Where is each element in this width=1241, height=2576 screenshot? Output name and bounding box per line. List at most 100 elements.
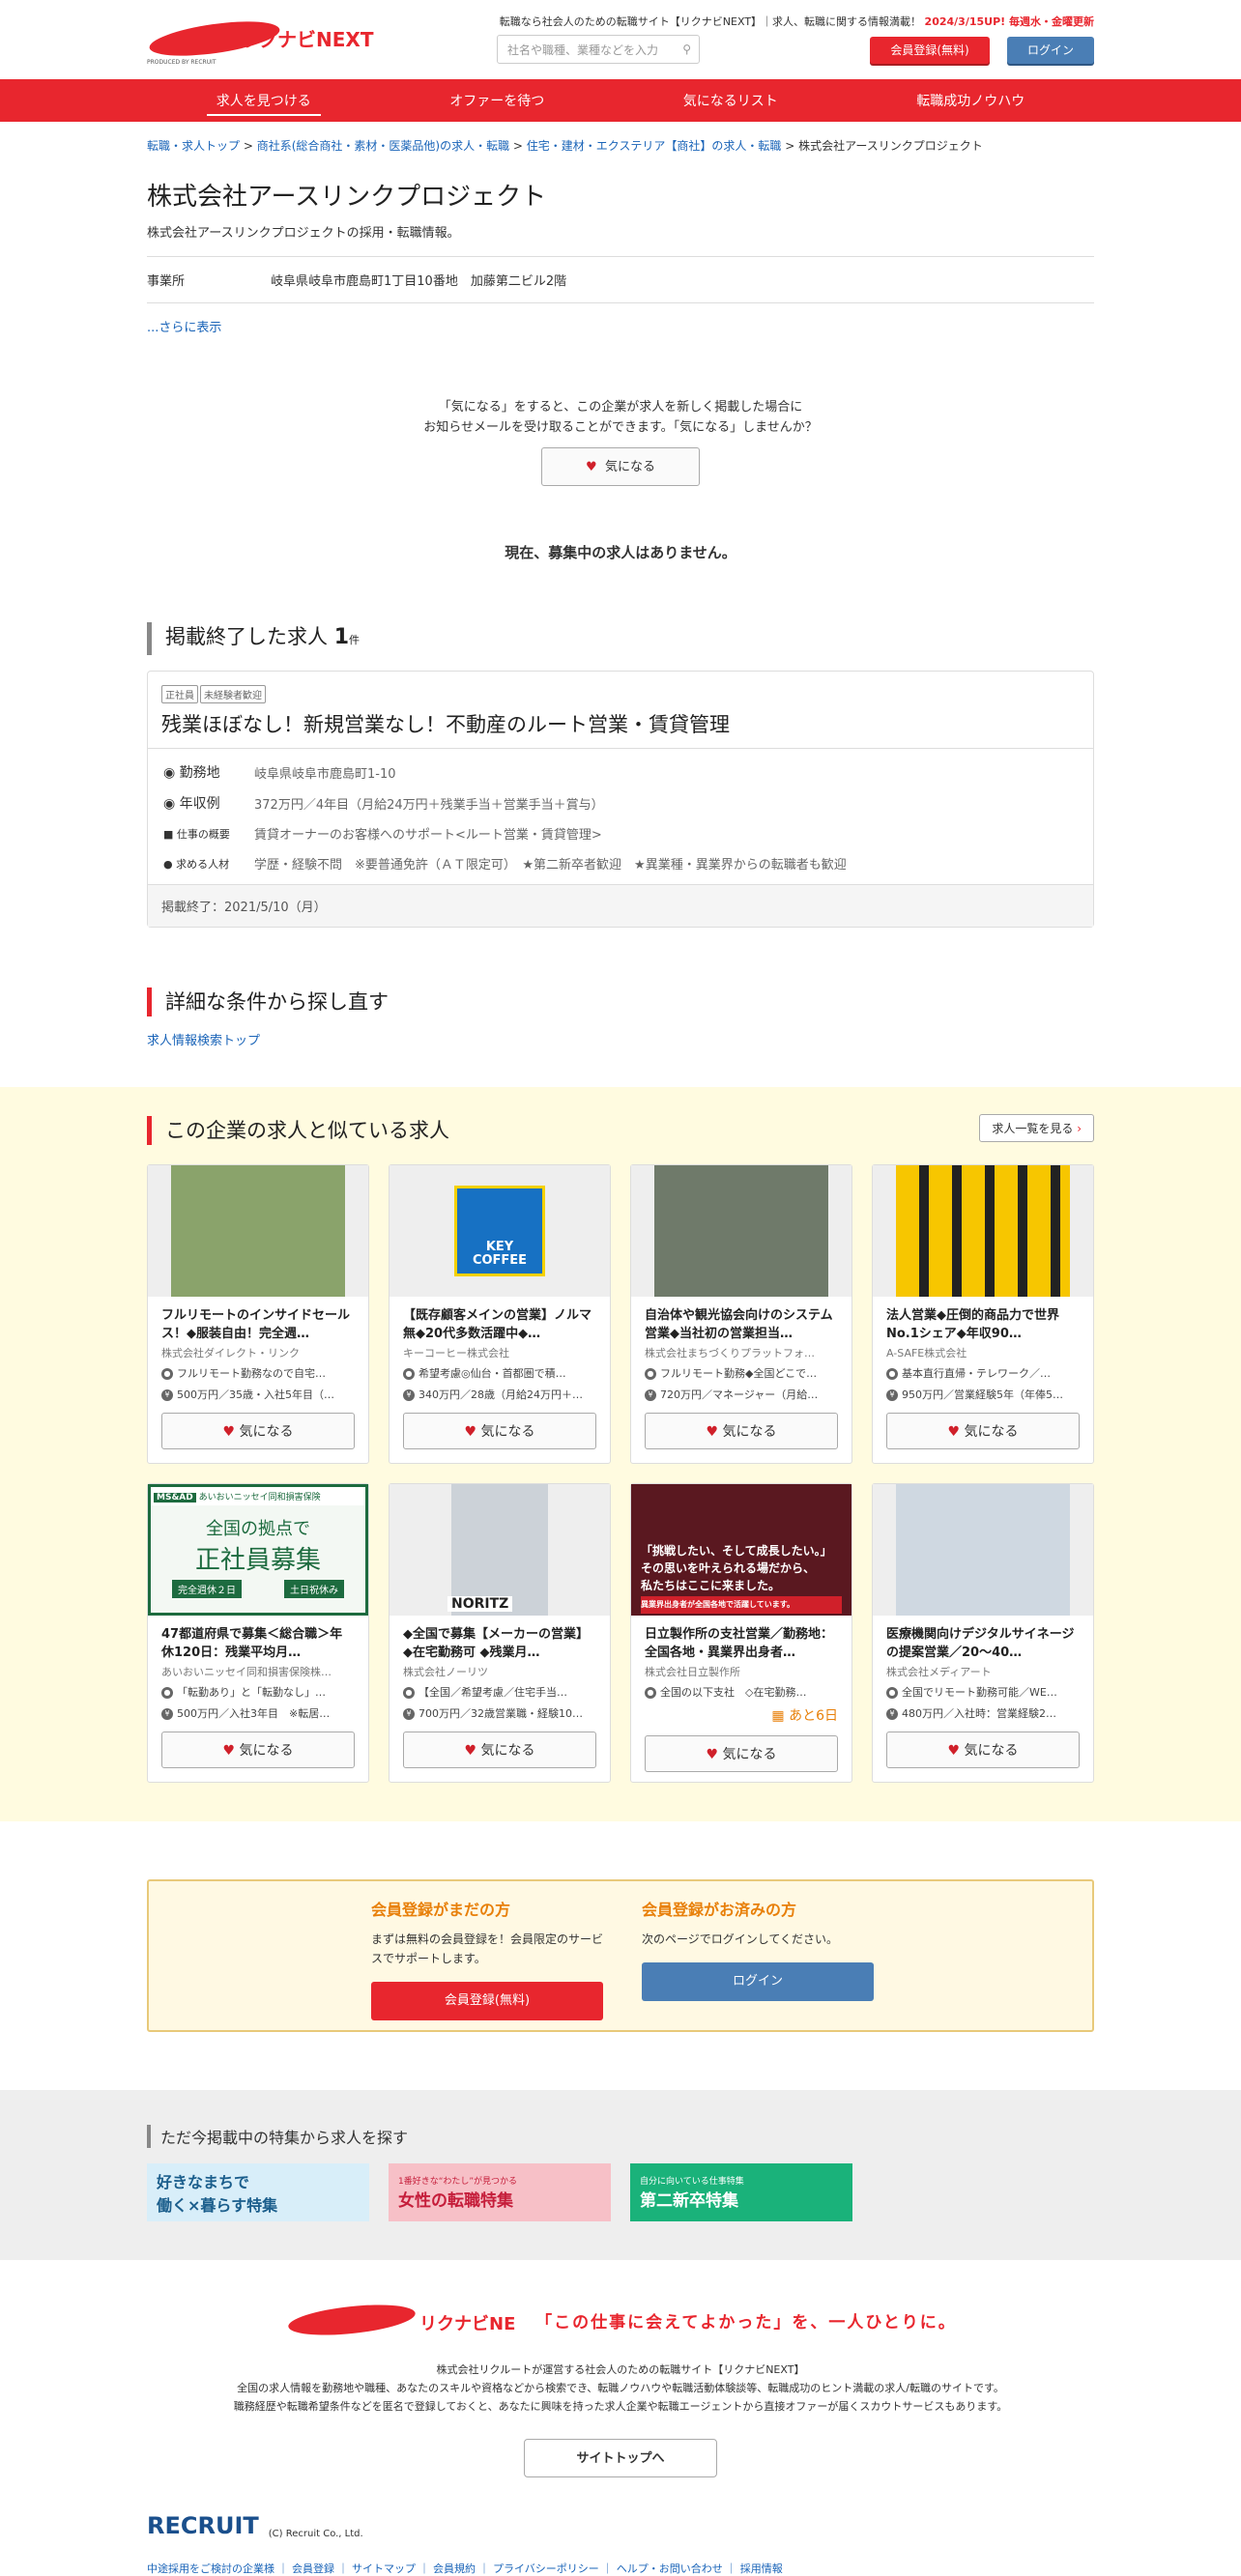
- card-salary: ¥500万円／35歳・入社5年目（…: [148, 1384, 368, 1405]
- card-image: [896, 1165, 1070, 1297]
- tag: 正社員: [161, 685, 198, 703]
- card-salary: ¥340万円／28歳（月給24万円＋…: [390, 1384, 610, 1405]
- pin-icon: ●: [645, 1368, 656, 1380]
- rikunabi-logo[interactable]: リクナビNEXT PRODUCED BY RECRUIT: [147, 17, 389, 68]
- header-tagline: 転職なら社会人のための転職サイト【リクナビNEXT】｜求人、転職に関する情報満載…: [499, 15, 1094, 28]
- card-location: ● 希望考慮◎仙台・首都圏で積…: [390, 1362, 610, 1384]
- chevron-right-icon: ›: [1077, 1122, 1082, 1135]
- card-company: 株式会社まちづくりプラットフォ…: [645, 1347, 815, 1360]
- card-title[interactable]: 47都道府県で募集＜総合職＞年休120日：残業平均月…: [148, 1616, 368, 1662]
- briefcase-icon: ■: [163, 827, 174, 841]
- card-kininaru-button[interactable]: ♥ 気になる: [403, 1413, 596, 1449]
- pin-icon: ●: [161, 1687, 173, 1699]
- footer-links[interactable]: 中途採用をご検討の企業様 ｜ 会員登録 ｜ サイトマップ ｜ 会員規約 ｜ プラ…: [147, 2561, 1094, 2576]
- nav-find-jobs[interactable]: 求人を見つける: [206, 91, 321, 116]
- search-top-link[interactable]: 求人情報検索トップ: [147, 1030, 1094, 1048]
- card-company: 株式会社ダイレクト・リンク: [161, 1347, 300, 1360]
- card-kininaru-button[interactable]: ♥ 気になる: [161, 1732, 355, 1768]
- card-location: ● フルリモート勤務◆全国どこで…: [631, 1362, 851, 1384]
- ended-job-card[interactable]: 正社員 未経験者歓迎 残業ほぼなし！新規営業なし！不動産のルート営業・賃貸管理 ◉…: [147, 671, 1094, 928]
- card-company: 株式会社メディアート: [886, 1666, 992, 1678]
- breadcrumb: 転職・求人トップ > 商社系(総合商社・素材・医薬品他)の求人・転職 > 住宅・…: [147, 139, 983, 153]
- member-register-button[interactable]: 会員登録(無料): [371, 1982, 603, 2020]
- noritz-image: NORITZ: [447, 1484, 548, 1616]
- card-kininaru-button[interactable]: ♥ 気になる: [886, 1413, 1080, 1449]
- header: リクナビNEXT PRODUCED BY RECRUIT 転職なら社会人のための転…: [147, 0, 1094, 79]
- feature-banner-women[interactable]: 1番好きな“わたし”が見つかる 女性の転職特集: [389, 2163, 611, 2221]
- similar-job-card[interactable]: MS&AD あいおいニッセイ同和損害保険 全国の拠点で 正社員募集 完全週休２日 土日祝…: [147, 1483, 369, 1783]
- card-title[interactable]: 法人営業◆圧倒的商品力で世界No.1シェア◆年収90…: [873, 1297, 1093, 1343]
- person-icon: ●: [163, 857, 173, 871]
- feature-banner-second[interactable]: 自分に向いている仕事特集 第二新卒特集: [630, 2163, 852, 2221]
- card-location: ● 「転勤あり」と「転勤なし」…: [148, 1681, 368, 1703]
- feature-banner-local[interactable]: 好きなまちで 働く×暮らす特集: [147, 2163, 369, 2221]
- card-title[interactable]: 自治体や観光協会向けのシステム営業◆当社初の営業担当…: [631, 1297, 851, 1343]
- card-company: 株式会社ノーリツ: [403, 1666, 488, 1678]
- card-kininaru-button[interactable]: ♥ 気になる: [645, 1413, 838, 1449]
- similar-job-card[interactable]: KEY COFFEE 【既存顧客メインの営業】ノルマ無◆20代多数活躍中◆… キーコー…: [389, 1164, 611, 1464]
- breadcrumb-link[interactable]: 商社系(総合商社・素材・医薬品他)の求人・転職: [257, 139, 509, 153]
- search-again-heading: 詳細な条件から探し直す: [147, 987, 1094, 1016]
- location-label: ◉ 勤務地: [163, 765, 220, 781]
- card-kininaru-button[interactable]: ♥ 気になる: [161, 1413, 355, 1449]
- similar-job-card[interactable]: 自治体や観光協会向けのシステム営業◆当社初の営業担当… 株式会社まちづくりプラット…: [630, 1164, 852, 1464]
- hitachi-banner: 「挑戦したい、そして成長したい。」 その思いを叶えられる場だから、 私たちはここに来…: [631, 1484, 851, 1616]
- card-salary: ¥500万円／入社3年目 ※転居…: [148, 1703, 368, 1724]
- show-more-link[interactable]: ...さらに表示: [147, 317, 1094, 335]
- card-title[interactable]: ◆全国で募集【メーカーの営業】◆在宅勤務可 ◆残業月…: [390, 1616, 610, 1662]
- card-title[interactable]: フルリモートのインサイドセールス！◆服装自由！完全週…: [148, 1297, 368, 1343]
- similar-heading: この企業の求人と似ている求人: [147, 1116, 1094, 1145]
- features-heading: ただ今掲載中の特集から求人を探す: [147, 2125, 1094, 2148]
- card-kininaru-button[interactable]: ♥ 気になる: [645, 1735, 838, 1772]
- pin-icon: ●: [645, 1687, 656, 1699]
- card-kininaru-button[interactable]: ♥ 気になる: [886, 1732, 1080, 1768]
- card-kininaru-button[interactable]: ♥ 気になる: [403, 1732, 596, 1768]
- nav-knowhow[interactable]: 転職成功ノウハウ: [907, 91, 1034, 110]
- produced-by: PRODUCED BY RECRUIT: [147, 59, 216, 66]
- global-nav: 求人を見つける オファーを待つ 気になるリスト 転職成功ノウハウ: [0, 79, 1241, 122]
- card-location: ● 全国の以下支社 ◇在宅勤務…: [631, 1681, 851, 1703]
- end-date: 掲載終了：2021/5/10（月）: [148, 884, 1093, 927]
- search-icon[interactable]: ⚲: [682, 43, 691, 56]
- member-login-button[interactable]: ログイン: [642, 1962, 874, 2001]
- yen-icon: ¥: [403, 1389, 415, 1401]
- heart-icon: ♥: [464, 1743, 477, 1759]
- office-row: 事業所 岐阜県岐阜市鹿島町1丁目10番地 加藤第二ビル2階: [147, 256, 1094, 303]
- similar-job-card[interactable]: 医療機関向けデジタルサイネージの提案営業／20～40… 株式会社メディアート ● 全国…: [872, 1483, 1094, 1783]
- key-coffee-logo: KEY COFFEE: [454, 1186, 545, 1276]
- similar-job-card[interactable]: 「挑戦したい、そして成長したい。」 その思いを叶えられる場だから、 私たちはここに来…: [630, 1483, 852, 1783]
- similar-job-card[interactable]: フルリモートのインサイドセールス！◆服装自由！完全週… 株式会社ダイレクト・リンク…: [147, 1164, 369, 1464]
- deadline-badge: ▦ あと6日: [771, 1708, 838, 1724]
- footer-description: 株式会社リクルートが運営する社会人のための転職サイト【リクナビNEXT】 全国の求…: [233, 2363, 1008, 2413]
- pin-icon: ●: [403, 1687, 415, 1699]
- site-top-button[interactable]: サイトトップへ: [524, 2439, 717, 2477]
- login-button[interactable]: ログイン: [1007, 37, 1094, 64]
- footer-logo[interactable]: リクナビNEXT: [284, 2299, 516, 2341]
- card-image: [654, 1165, 828, 1297]
- register-button[interactable]: 会員登録(無料): [870, 37, 990, 64]
- heart-icon: ♥: [947, 1743, 961, 1759]
- member-box: 会員登録がまだの方 まずは無料の会員登録を！会員限定のサービスでサポートします。…: [147, 1879, 1094, 2032]
- job-title[interactable]: 残業ほぼなし！新規営業なし！不動産のルート営業・賃貸管理: [148, 703, 1093, 749]
- similar-job-card[interactable]: 法人営業◆圧倒的商品力で世界No.1シェア◆年収90… A-SAFE株式会社 ● 基本…: [872, 1164, 1094, 1464]
- card-title[interactable]: 医療機関向けデジタルサイネージの提案営業／20～40…: [873, 1616, 1093, 1662]
- nav-kininaru-list[interactable]: 気になるリスト: [674, 91, 788, 110]
- recruit-logo[interactable]: RECRUIT: [147, 2512, 259, 2539]
- breadcrumb-link[interactable]: 住宅・建材・エクステリア【商社】の求人・転職: [527, 139, 782, 153]
- card-company: キーコーヒー株式会社: [403, 1347, 509, 1360]
- similar-job-card[interactable]: NORITZ ◆全国で募集【メーカーの営業】◆在宅勤務可 ◆残業月… 株式会社ノーリ…: [389, 1483, 611, 1783]
- breadcrumb-link[interactable]: 転職・求人トップ: [147, 139, 240, 153]
- footer: リクナビNEXT 「この仕事に会えてよかった」を、一人ひとりに。 株式会社リクル…: [147, 2260, 1094, 2576]
- card-location: ● 全国でリモート勤務可能／WE…: [873, 1681, 1093, 1703]
- calendar-icon: ▦: [771, 1708, 785, 1724]
- nav-offers[interactable]: オファーを待つ: [440, 91, 554, 110]
- kininaru-button[interactable]: ♥ 気になる: [541, 447, 700, 486]
- job-list-button[interactable]: 求人一覧を見る ›: [979, 1114, 1094, 1142]
- svg-text:リクナビNEXT: リクナビNEXT: [419, 2314, 516, 2334]
- card-title[interactable]: 【既存顧客メインの営業】ノルマ無◆20代多数活躍中◆…: [390, 1297, 610, 1343]
- search-input[interactable]: 社名や職種、業種などを入力 ⚲: [497, 35, 700, 64]
- card-title[interactable]: 日立製作所の支社営業／勤務地：全国各地・異業界出身者…: [631, 1616, 851, 1662]
- pin-icon: ●: [161, 1368, 173, 1380]
- kininaru-section: 「気になる」をすると、この企業が求人を新しく掲載した場合に お知らせメールを受け取…: [147, 397, 1094, 486]
- company-sub: 株式会社アースリンクプロジェクトの採用・転職情報。: [147, 226, 460, 241]
